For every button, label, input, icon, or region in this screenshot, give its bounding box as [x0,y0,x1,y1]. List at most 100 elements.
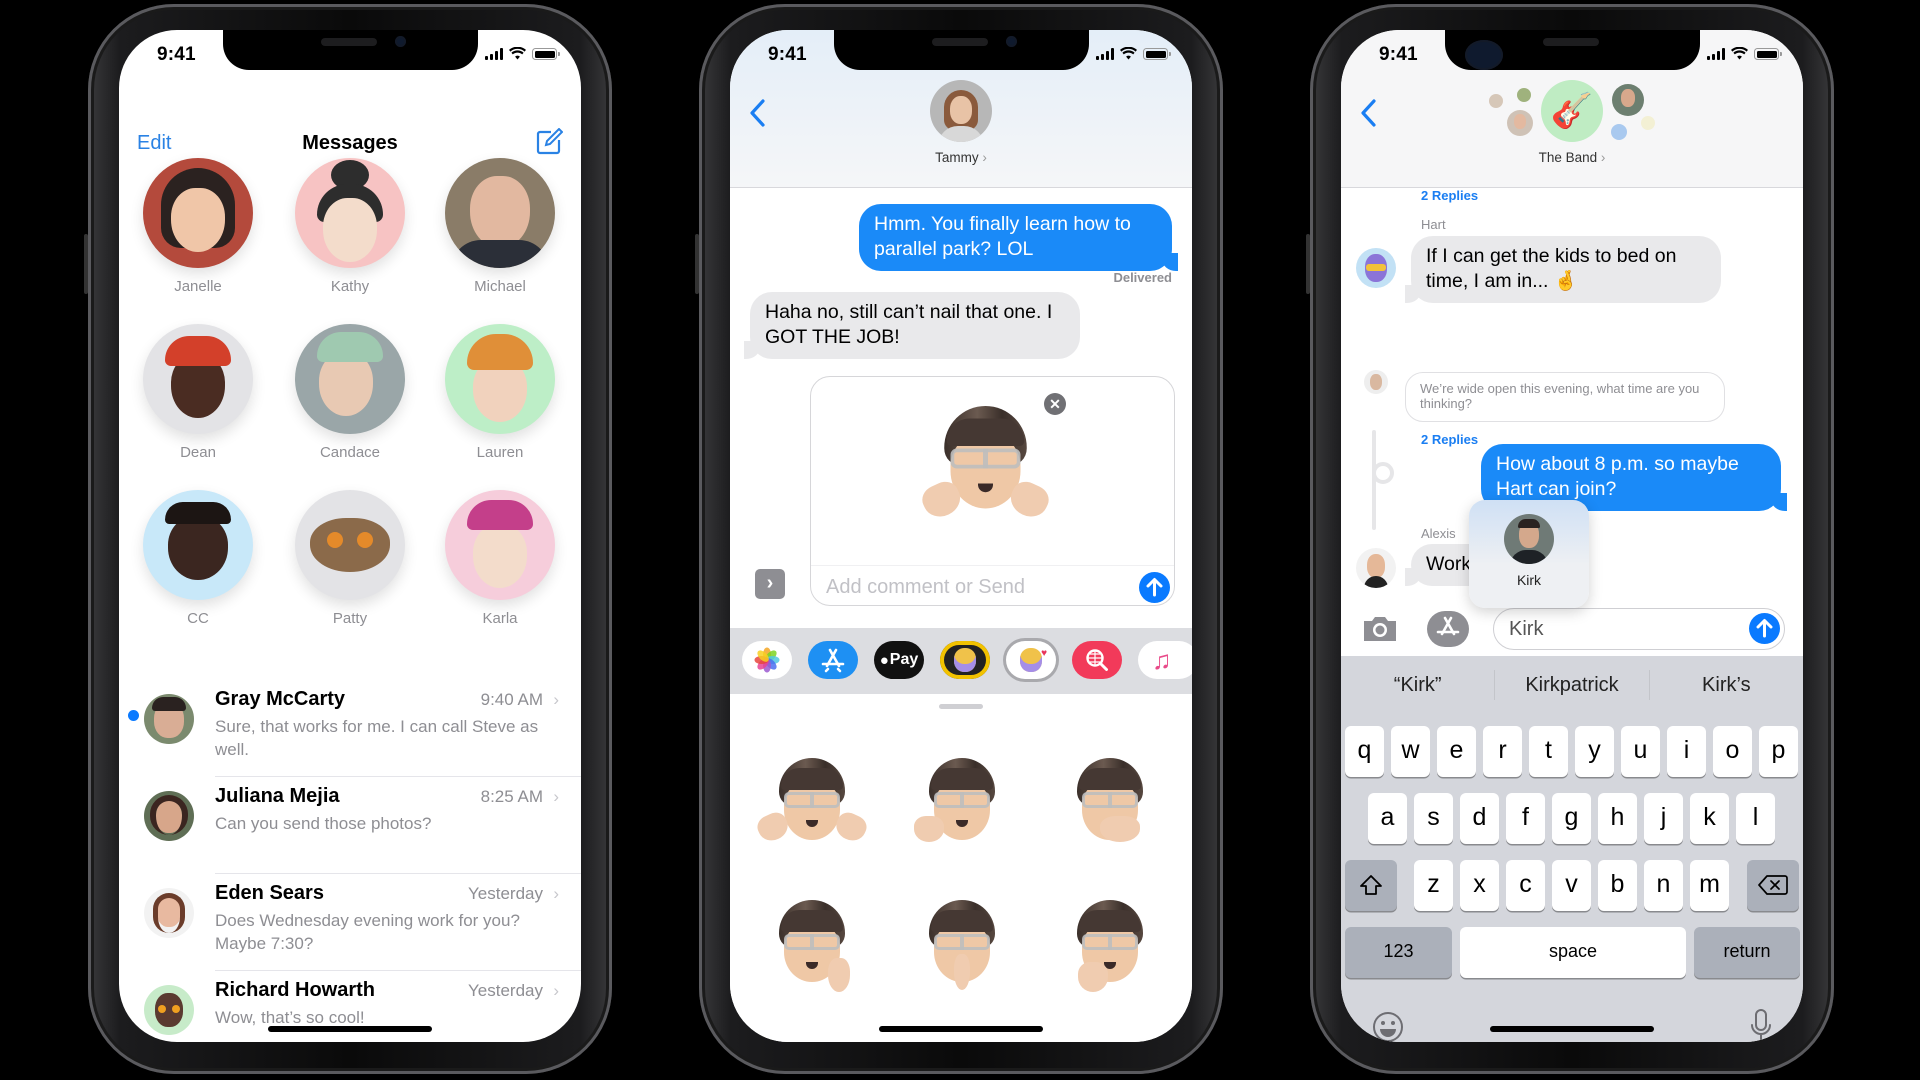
delete-key[interactable] [1747,860,1799,911]
key-q[interactable]: q [1345,726,1384,777]
avatar [144,888,194,938]
key-y[interactable]: y [1575,726,1614,777]
battery-icon [1754,48,1782,60]
shift-key[interactable] [1345,860,1397,911]
remove-sticker-button[interactable]: ✕ [1044,393,1066,415]
group-name[interactable]: The Band › [1341,150,1803,165]
replies-link[interactable]: 2 Replies [1421,188,1478,203]
pinned-name: Candace [319,444,381,461]
emoji-icon[interactable] [1371,1010,1405,1042]
pinned-contact[interactable]: Karla [427,490,573,627]
microphone-icon[interactable] [1749,1008,1773,1042]
compose-icon[interactable] [535,127,564,156]
key-s[interactable]: s [1414,793,1453,844]
expand-apps-button[interactable]: › [755,569,785,599]
numbers-key[interactable]: 123 [1345,927,1452,978]
memoji-sticker[interactable] [753,754,871,854]
home-indicator[interactable] [268,1026,432,1032]
contact-name[interactable]: Tammy › [730,150,1192,165]
conversation-row[interactable]: Juliana Mejia 8:25 AM › Can you send tho… [119,777,581,874]
send-button[interactable] [1139,572,1170,603]
message-bubble-incoming[interactable]: Haha no, still can’t nail that one. I GO… [744,292,1080,359]
key-m[interactable]: m [1690,860,1729,911]
camera-icon[interactable] [1361,614,1399,644]
app-store-icon[interactable] [1427,611,1469,647]
pinned-contact[interactable]: CC [125,490,271,627]
key-n[interactable]: n [1644,860,1683,911]
photos-app-icon[interactable] [742,641,792,679]
conversation-preview: Sure, that works for me. I can call Stev… [215,717,539,759]
key-i[interactable]: i [1667,726,1706,777]
avatar [143,158,253,268]
pinned-contact[interactable]: Candace [277,324,423,461]
avatar [143,324,253,434]
key-g[interactable]: g [1552,793,1591,844]
key-j[interactable]: j [1644,793,1683,844]
send-button[interactable] [1749,613,1780,644]
pinned-contact[interactable]: Michael [427,158,573,295]
message-bubble-incoming[interactable]: If I can get the kids to bed on time, I … [1405,236,1721,303]
contact-avatar[interactable] [930,80,992,142]
key-k[interactable]: k [1690,793,1729,844]
key-h[interactable]: h [1598,793,1637,844]
suggestion[interactable]: “Kirk” [1341,674,1494,697]
memoji-sticker[interactable] [1060,896,1160,996]
music-app-icon[interactable]: ♫ [1138,641,1192,679]
message-bubble-outgoing[interactable]: Hmm. You finally learn how to parallel p… [859,204,1178,271]
key-t[interactable]: t [1529,726,1568,777]
pinned-contact[interactable]: Lauren [427,324,573,461]
apple-pay-icon[interactable]: ● Pay [874,641,924,679]
key-d[interactable]: d [1460,793,1499,844]
conversation-row[interactable]: Gray McCarty 9:40 AM › Sure, that works … [119,680,581,777]
mention-suggestion[interactable]: Kirk [1469,500,1589,608]
quoted-message[interactable]: We’re wide open this evening, what time … [1405,372,1725,422]
key-o[interactable]: o [1713,726,1752,777]
home-indicator[interactable] [879,1026,1043,1032]
key-c[interactable]: c [1506,860,1545,911]
suggestion[interactable]: Kirk’s [1650,674,1803,697]
memoji-sticker[interactable] [912,754,1012,854]
app-store-icon[interactable] [808,641,858,679]
pinned-contact[interactable]: Dean [125,324,271,461]
back-chevron-icon[interactable] [748,98,766,128]
conversation-preview: Does Wednesday evening work for you? May… [215,911,520,953]
key-x[interactable]: x [1460,860,1499,911]
phone-chat-tammy: Tammy › 9:41 Hmm. You finally learn how … [695,4,1223,1074]
return-key[interactable]: return [1694,927,1800,978]
status-time: 9:41 [768,44,807,65]
keyboard-row: zxcvbnm [1341,860,1803,912]
conversation-row[interactable]: Eden Sears Yesterday › Does Wednesday ev… [119,874,581,971]
pinned-name: Karla [482,610,518,627]
key-f[interactable]: f [1506,793,1545,844]
key-a[interactable]: a [1368,793,1407,844]
replies-link[interactable]: 2 Replies [1421,432,1478,447]
web-images-search-icon[interactable] [1072,641,1122,679]
key-z[interactable]: z [1414,860,1453,911]
memoji-stickers-icon[interactable]: ♥ [1006,641,1056,679]
chevron-right-icon: › [553,981,559,1000]
key-v[interactable]: v [1552,860,1591,911]
pinned-contact[interactable]: Patty [277,490,423,627]
memoji-sticker[interactable] [1060,754,1160,854]
message-input[interactable]: Kirk [1493,608,1785,650]
animoji-icon[interactable] [940,641,990,679]
key-w[interactable]: w [1391,726,1430,777]
home-indicator[interactable] [1490,1026,1654,1032]
key-l[interactable]: l [1736,793,1775,844]
sticker-compose-card: ✕ Add comment or Send [810,376,1175,606]
key-b[interactable]: b [1598,860,1637,911]
space-key[interactable]: space [1460,927,1686,978]
key-e[interactable]: e [1437,726,1476,777]
key-p[interactable]: p [1759,726,1798,777]
comment-input[interactable]: Add comment or Send [826,576,1025,599]
memoji-sticker[interactable] [912,896,1012,996]
key-u[interactable]: u [1621,726,1660,777]
memoji-sticker[interactable] [762,896,862,996]
group-avatars[interactable]: 🎸 [1341,80,1803,150]
pinned-contact[interactable]: Janelle [125,158,271,295]
drawer-grabber[interactable] [939,704,983,709]
pinned-contact[interactable]: Kathy [277,158,423,295]
keyboard-row: qwertyuiop [1341,726,1803,778]
key-r[interactable]: r [1483,726,1522,777]
suggestion[interactable]: Kirkpatrick [1495,674,1648,697]
